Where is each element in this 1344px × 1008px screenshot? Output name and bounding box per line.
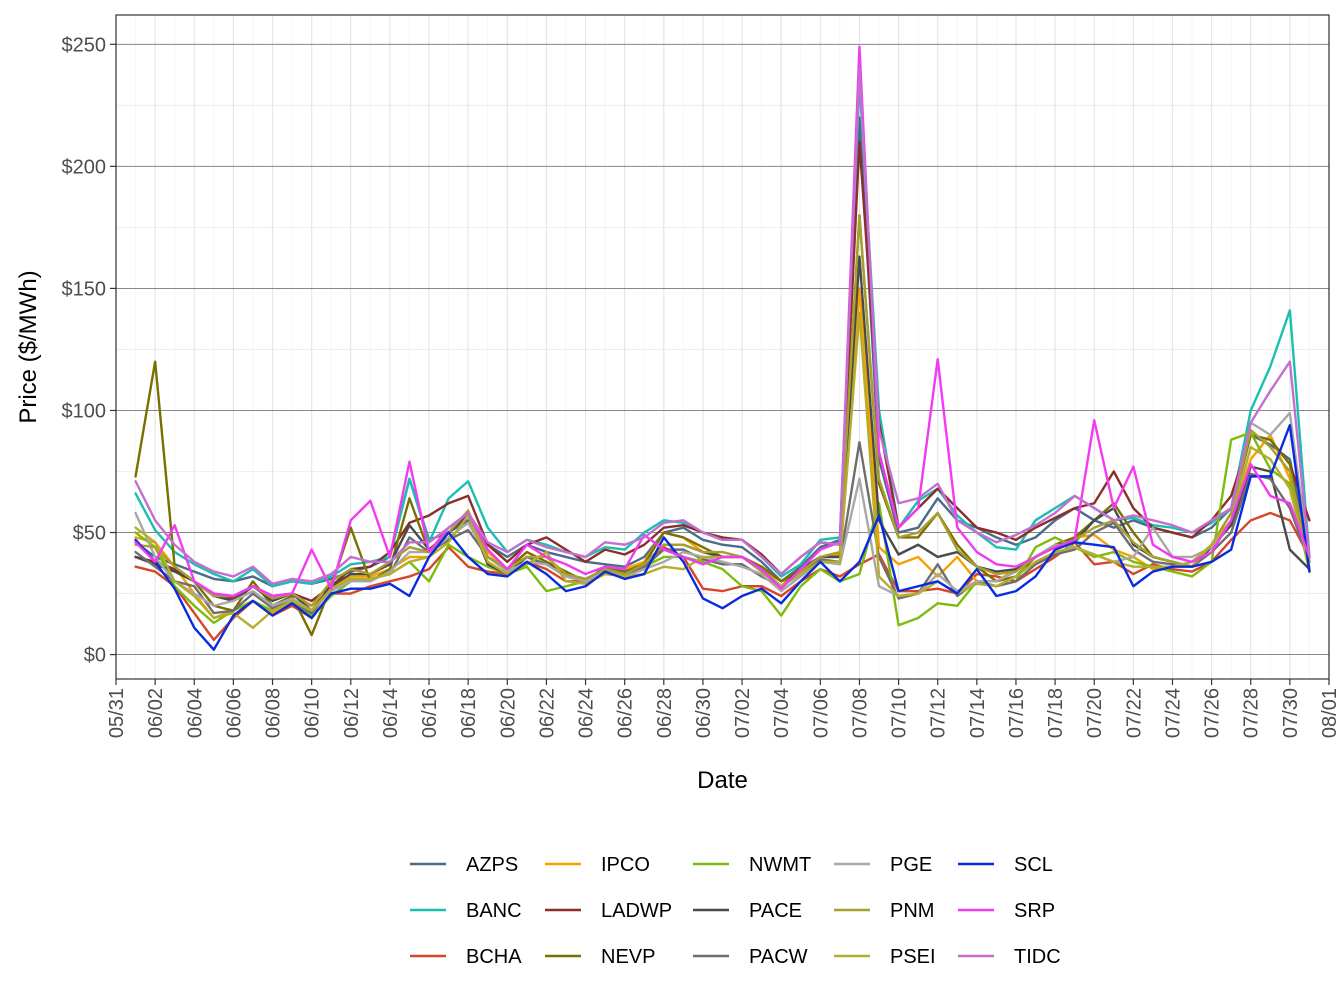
x-tick-label: 06/26 [615,688,637,738]
x-tick-label: 07/14 [967,688,989,738]
price-line-chart: $0 $50 $100 $150 $200 $250 05/31 06/02 06/04 06/… [0,0,1344,1008]
x-tick-label: 06/24 [576,688,598,738]
x-tick-label: 07/22 [1123,688,1145,738]
x-tick-label: 06/06 [223,688,245,738]
x-tick-label: 07/12 [928,688,950,738]
legend-label-ipco: IPCO [601,854,650,876]
x-tick-label: 07/18 [1045,688,1067,738]
x-tick-label: 06/16 [419,688,441,738]
y-tick-label: $200 [62,156,107,178]
legend-label-nevp: NEVP [601,946,655,968]
x-tick-label: 06/04 [184,688,206,738]
legend-label-bcha: BCHA [466,946,522,968]
x-tick-label: 06/30 [693,688,715,738]
legend-label-pge: PGE [890,854,932,876]
x-tick-label: 07/06 [810,688,832,738]
x-tick-label: 07/30 [1280,688,1302,738]
x-tick-label: 06/18 [458,688,480,738]
y-axis-title: Price ($/MWh) [15,270,42,423]
legend-label-pnm: PNM [890,900,934,922]
y-tick-label: $50 [73,523,106,545]
x-tick-label: 06/12 [341,688,363,738]
x-tick-label: 07/02 [732,688,754,738]
legend-label-tidc: TIDC [1014,946,1061,968]
x-tick-label: 07/26 [1202,688,1224,738]
x-tick-label: 06/22 [536,688,558,738]
legend-label-nwmt: NWMT [749,854,811,876]
x-axis-title: Date [697,767,748,794]
x-tick-label: 07/08 [849,688,871,738]
legend-label-pacw: PACW [749,946,808,968]
x-tick-label: 06/20 [497,688,519,738]
y-tick-label: $0 [84,645,106,667]
x-tick-label: 06/14 [380,688,402,738]
legend-label-scl: SCL [1014,854,1053,876]
x-tick-label: 06/08 [263,688,285,738]
legend-label-banc: BANC [466,900,522,922]
legend-label-ladwp: LADWP [601,900,672,922]
y-tick-label: $100 [62,400,107,422]
x-tick-label: 05/31 [106,688,128,738]
x-tick-label: 06/10 [302,688,324,738]
x-tick-label: 07/20 [1084,688,1106,738]
legend-label-srp: SRP [1014,900,1055,922]
y-tick-label: $250 [62,34,107,56]
legend-label-pace: PACE [749,900,802,922]
x-tick-label: 06/02 [145,688,167,738]
x-tick-label: 07/28 [1241,688,1263,738]
legend-label-azps: AZPS [466,854,518,876]
legend-label-psei: PSEI [890,946,936,968]
x-tick-label: 07/16 [1006,688,1028,738]
x-tick-label: 06/28 [654,688,676,738]
x-tick-label: 07/04 [771,688,793,738]
y-tick-label: $150 [62,278,107,300]
x-tick-label: 07/24 [1162,688,1184,738]
x-tick-label: 07/10 [889,688,911,738]
x-tick-label: 08/01 [1319,688,1341,738]
